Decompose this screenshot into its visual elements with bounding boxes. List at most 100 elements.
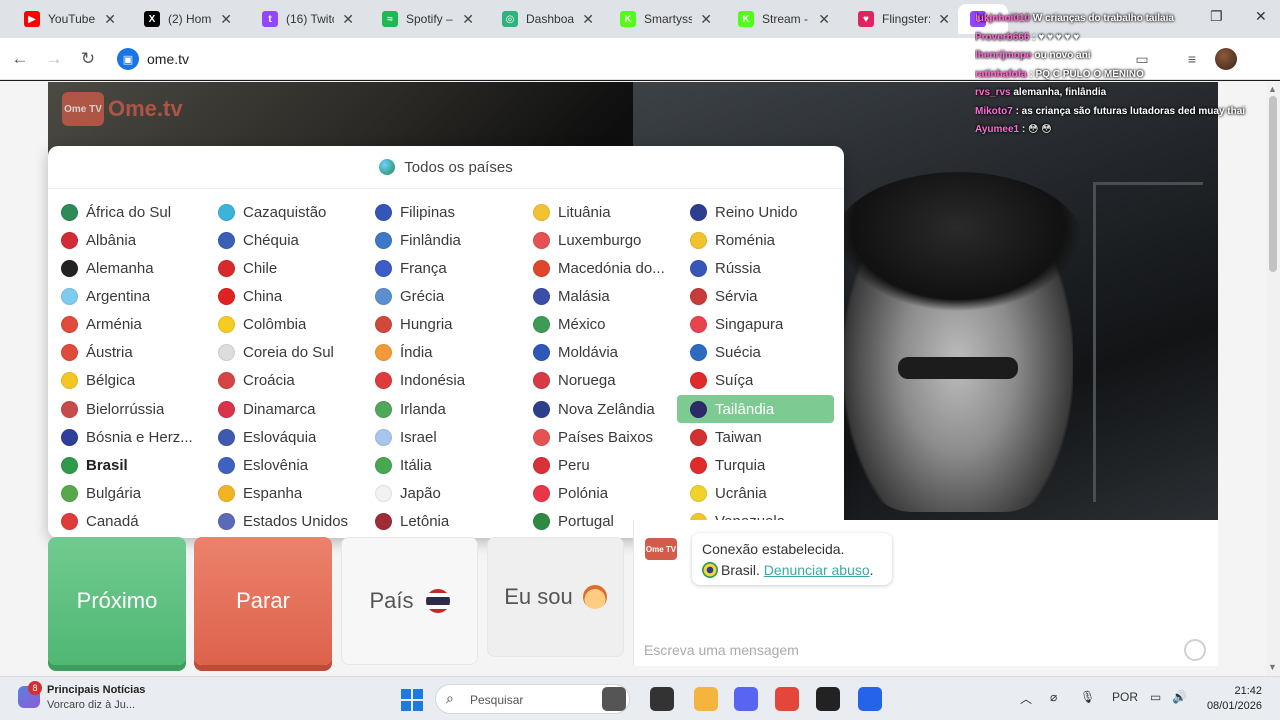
display-icon[interactable]: ▭ (1150, 690, 1161, 704)
country-option[interactable]: África do Sul (48, 198, 205, 226)
country-option[interactable]: Países Baixos (520, 423, 677, 451)
browser-tab[interactable]: ≈ Spotify – W ✕ (370, 4, 482, 34)
scroll-up-icon[interactable]: ▲ (1268, 84, 1277, 94)
system-clock[interactable]: 21:42 08/01/2026 (1204, 684, 1262, 714)
country-option[interactable]: Arménia (48, 311, 205, 339)
country-option[interactable]: Reino Unido (677, 198, 834, 226)
country-option[interactable]: China (205, 282, 362, 310)
country-option[interactable]: Grécia (362, 282, 519, 310)
country-option[interactable]: Espanha (205, 479, 362, 507)
country-option[interactable]: Indonésia (362, 367, 519, 395)
country-option[interactable]: Alemanha (48, 254, 205, 282)
country-option[interactable]: Noruega (520, 367, 677, 395)
tray-overflow-icon[interactable]: ︿ (1020, 690, 1032, 707)
network-icon[interactable]: ⌀ (1050, 690, 1057, 704)
browser-tab[interactable]: t (16) Twitch ✕ (250, 4, 362, 34)
close-tab-icon[interactable]: ✕ (818, 11, 830, 28)
discord-icon[interactable] (734, 687, 758, 711)
back-icon[interactable]: ← (8, 47, 32, 71)
country-option[interactable]: Taiwan (677, 423, 834, 451)
country-option[interactable]: Hungria (362, 311, 519, 339)
news-title[interactable]: Principais Notícias (47, 684, 145, 696)
country-option[interactable]: Moldávia (520, 339, 677, 367)
country-option[interactable]: Suécia (677, 339, 834, 367)
country-option[interactable]: Bulgária (48, 479, 205, 507)
address-bar[interactable]: ome.tv (147, 51, 189, 67)
country-option[interactable]: Eslovênia (205, 451, 362, 479)
camera-app-icon[interactable] (602, 687, 626, 711)
country-option[interactable]: Chile (205, 254, 362, 282)
country-option[interactable]: Macedónia do... (520, 254, 677, 282)
language-indicator[interactable]: POR (1112, 690, 1138, 704)
close-tab-icon[interactable]: ✕ (220, 11, 232, 28)
browser-tab[interactable]: ◎ Dashboard ✕ (490, 4, 602, 34)
country-option[interactable]: Cazaquistão (205, 198, 362, 226)
country-option[interactable]: Canadá (48, 508, 205, 536)
all-countries-option[interactable]: Todos os países (48, 146, 844, 189)
country-option[interactable]: Japão (362, 479, 519, 507)
browser-tab[interactable]: X (2) Home ✕ (132, 4, 240, 34)
country-option[interactable]: Bélgica (48, 367, 205, 395)
report-abuse-link[interactable]: Denunciar abuso (764, 562, 870, 578)
country-option[interactable]: Irlanda (362, 395, 519, 423)
close-tab-icon[interactable]: ✕ (700, 11, 712, 28)
browser-tab[interactable]: K Smartyss ✕ (608, 4, 720, 34)
country-option[interactable]: Eslováquia (205, 423, 362, 451)
country-option[interactable]: Lituânia (520, 198, 677, 226)
country-option[interactable]: Filipinas (362, 198, 519, 226)
start-menu-icon[interactable] (401, 689, 423, 711)
country-option[interactable]: Bielorrússia (48, 395, 205, 423)
country-option[interactable]: Singapura (677, 311, 834, 339)
country-option[interactable]: Brasil (48, 451, 205, 479)
country-option[interactable]: Ucrânia (677, 479, 834, 507)
forward-icon[interactable]: → (42, 47, 66, 71)
app-blue-icon[interactable] (858, 687, 882, 711)
country-option[interactable]: Colômbia (205, 311, 362, 339)
country-option[interactable]: Sérvia (677, 282, 834, 310)
close-tab-icon[interactable]: ✕ (342, 11, 354, 28)
next-button[interactable]: Próximo (48, 537, 186, 665)
country-option[interactable]: Malásia (520, 282, 677, 310)
page-scrollbar[interactable]: ▲ ▼ (1266, 82, 1280, 676)
country-option[interactable]: Chéquia (205, 226, 362, 254)
country-option[interactable]: Itália (362, 451, 519, 479)
country-option[interactable]: França (362, 254, 519, 282)
country-option[interactable]: Israel (362, 423, 519, 451)
emoji-picker-icon[interactable] (1184, 639, 1206, 661)
country-option[interactable]: Tailândia (677, 394, 834, 424)
country-option[interactable]: Estados Unidos (205, 508, 362, 536)
microphone-icon[interactable]: 🎙 (1080, 690, 1095, 704)
browser-tab[interactable]: ▶ YouTube ✕ (12, 4, 124, 34)
country-option[interactable]: Peru (520, 451, 677, 479)
taskbar-search[interactable]: ⌕ Pesquisar (435, 684, 630, 714)
country-option[interactable]: Roménia (677, 226, 834, 254)
file-explorer-icon[interactable] (694, 687, 718, 711)
news-subtitle[interactable]: Vorcaro diz à Ju... (47, 699, 135, 711)
reload-icon[interactable]: ↻ (76, 47, 100, 71)
stop-button[interactable]: Parar (194, 537, 332, 665)
close-tab-icon[interactable]: ✕ (582, 11, 594, 28)
country-option[interactable]: México (520, 311, 677, 339)
i-am-button[interactable]: Eu sou (487, 537, 624, 657)
close-tab-icon[interactable]: ✕ (462, 11, 474, 28)
terminal-app-icon[interactable] (650, 687, 674, 711)
country-option[interactable]: Turquia (677, 451, 834, 479)
country-option[interactable]: Finlândia (362, 226, 519, 254)
country-option[interactable]: Luxemburgo (520, 226, 677, 254)
scrollbar-thumb[interactable] (1269, 96, 1277, 272)
country-option[interactable]: Albânia (48, 226, 205, 254)
chrome-icon[interactable] (775, 687, 799, 711)
volume-icon[interactable]: 🔊 (1172, 690, 1187, 704)
country-option[interactable]: Bósnia e Herz... (48, 423, 205, 451)
country-option[interactable]: Suíça (677, 367, 834, 395)
browser-tab[interactable]: ♥ Flingster: F ✕ (846, 4, 958, 34)
browser-tab[interactable]: K Stream - K ✕ (726, 4, 838, 34)
country-option[interactable]: Nova Zelândia (520, 395, 677, 423)
country-option[interactable]: Coreia do Sul (205, 339, 362, 367)
site-info-icon[interactable]: ▣ (117, 48, 139, 70)
country-option[interactable]: Áustria (48, 339, 205, 367)
country-option[interactable]: Letônia (362, 508, 519, 536)
obs-icon[interactable] (816, 687, 840, 711)
message-input[interactable]: Escreva uma mensagem (644, 642, 799, 658)
country-option[interactable]: Rússia (677, 254, 834, 282)
